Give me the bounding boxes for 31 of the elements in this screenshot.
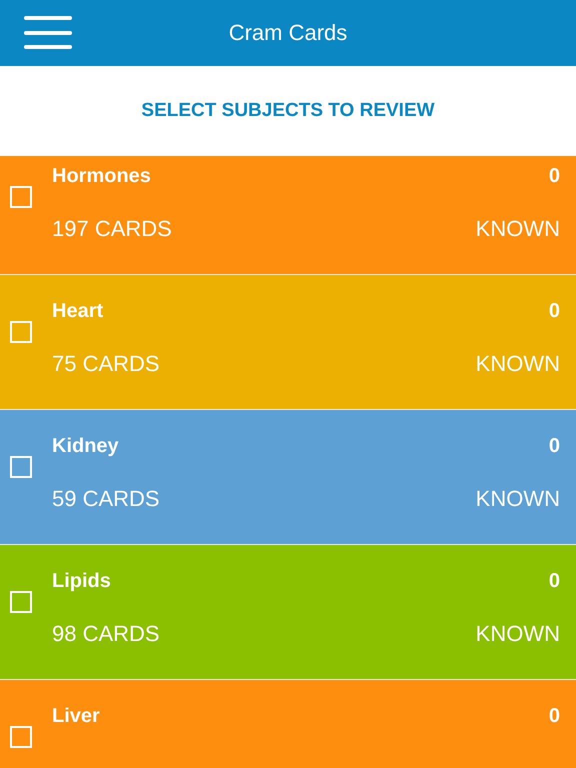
subject-name: Lipids — [52, 570, 111, 593]
known-label: KNOWN — [476, 621, 560, 647]
subject-row[interactable]: Lipids 0 98 CARDS KNOWN — [0, 545, 576, 679]
known-count: 0 — [548, 570, 560, 593]
subject-row[interactable]: Hormones 0 197 CARDS KNOWN — [0, 156, 576, 274]
subject-row[interactable]: Kidney 0 59 CARDS KNOWN — [0, 410, 576, 544]
checkbox[interactable] — [10, 456, 32, 478]
card-count: 59 CARDS — [52, 486, 160, 512]
card-count: 197 CARDS — [52, 216, 172, 242]
card-count: 98 CARDS — [52, 621, 160, 647]
checkbox[interactable] — [10, 591, 32, 613]
app-title: Cram Cards — [228, 20, 348, 46]
known-count: 0 — [548, 165, 560, 188]
known-label: KNOWN — [476, 351, 560, 377]
subject-name: Liver — [52, 705, 100, 728]
checkbox[interactable] — [10, 186, 32, 208]
checkbox[interactable] — [10, 726, 32, 748]
subject-name: Hormones — [52, 165, 151, 188]
subject-name: Heart — [52, 300, 104, 323]
checkbox[interactable] — [10, 321, 32, 343]
card-count: 75 CARDS — [52, 351, 160, 377]
known-count: 0 — [548, 435, 560, 458]
subject-name: Kidney — [52, 435, 119, 458]
known-count: 0 — [548, 705, 560, 728]
subject-row[interactable]: Heart 0 75 CARDS KNOWN — [0, 275, 576, 409]
section-heading: SELECT SUBJECTS TO REVIEW — [141, 100, 435, 122]
known-count: 0 — [548, 300, 560, 323]
subject-row[interactable]: Liver 0 — [0, 680, 576, 768]
menu-icon[interactable] — [24, 15, 72, 51]
known-label: KNOWN — [476, 216, 560, 242]
known-label: KNOWN — [476, 486, 560, 512]
